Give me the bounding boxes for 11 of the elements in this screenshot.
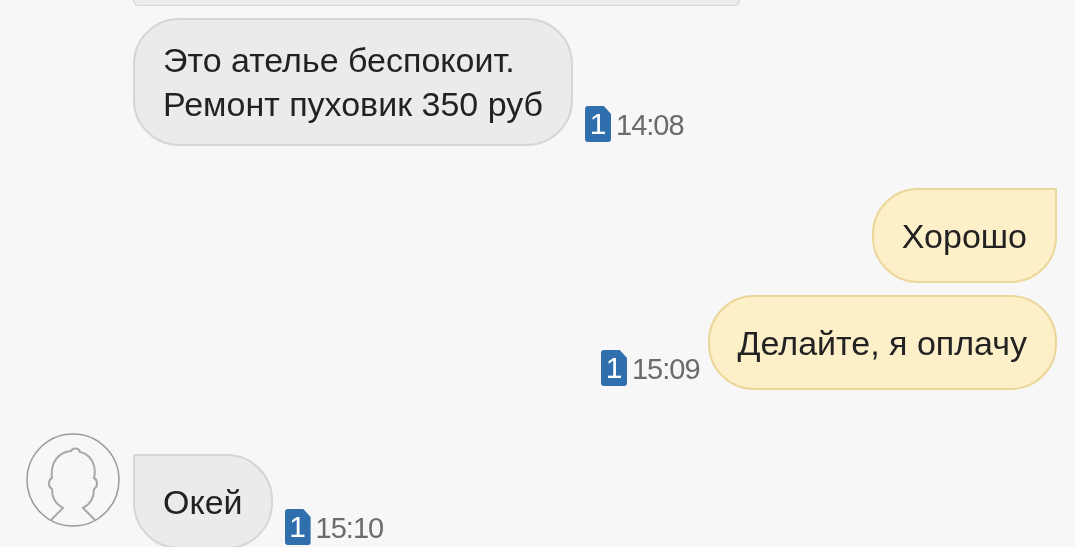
message-text: Хорошо xyxy=(901,215,1027,257)
message-text: Делайте, я оплачу xyxy=(737,322,1027,364)
message-time: 15:10 xyxy=(315,511,384,545)
sim-badge: 1 xyxy=(284,509,311,545)
message-text: Окей xyxy=(163,481,243,523)
sim-badge: 1 xyxy=(585,106,612,142)
message-time: 14:08 xyxy=(616,108,684,142)
message-text: Это ателье беспокоит. xyxy=(163,40,516,81)
message-text: Ремонт пуховик 350 руб xyxy=(163,84,544,125)
sim-badge: 1 xyxy=(601,350,627,386)
message-time: 15:09 xyxy=(632,352,700,386)
